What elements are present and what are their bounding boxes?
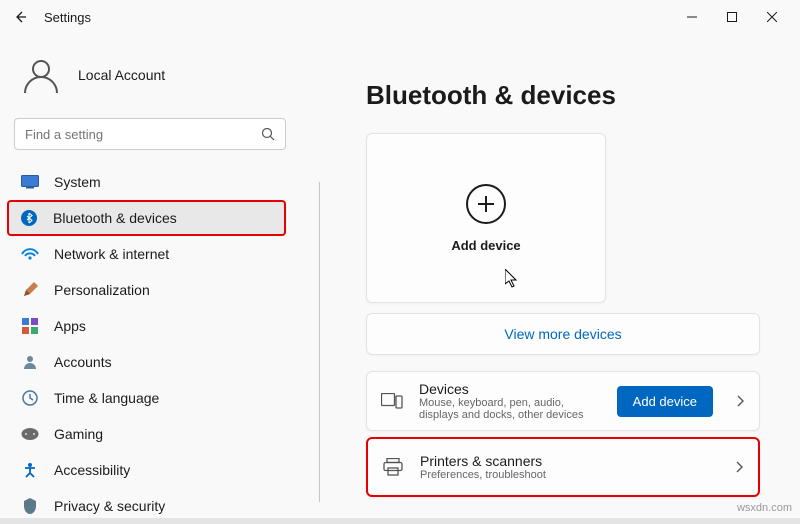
watermark: wsxdn.com xyxy=(737,502,792,514)
view-more-devices[interactable]: View more devices xyxy=(366,313,760,355)
row-devices[interactable]: Devices Mouse, keyboard, pen, audio, dis… xyxy=(366,371,760,431)
privacy-icon xyxy=(20,496,40,516)
nav-label: Network & internet xyxy=(54,246,169,262)
close-icon xyxy=(767,12,777,22)
nav-item-network[interactable]: Network & internet xyxy=(10,236,286,272)
nav-label: Gaming xyxy=(54,426,103,442)
add-device-label: Add device xyxy=(451,238,520,253)
sidebar: Local Account System Bluetooth & devices xyxy=(0,34,320,518)
page-title: Bluetooth & devices xyxy=(366,80,760,111)
add-device-button[interactable]: Add device xyxy=(617,386,713,417)
search-icon xyxy=(261,127,275,141)
gaming-icon xyxy=(20,424,40,444)
chevron-right-icon xyxy=(736,461,744,473)
chevron-right-icon xyxy=(737,395,745,407)
nav-label: Accessibility xyxy=(54,462,130,478)
titlebar: Settings xyxy=(0,0,800,34)
nav-list: System Bluetooth & devices Network & int… xyxy=(8,164,312,524)
search-box[interactable] xyxy=(14,118,286,150)
nav-label: Privacy & security xyxy=(54,498,165,514)
bluetooth-icon xyxy=(19,208,39,228)
plus-icon xyxy=(466,184,506,224)
row-text: Printers & scanners Preferences, trouble… xyxy=(420,453,712,481)
network-icon xyxy=(20,244,40,264)
nav-item-personalization[interactable]: Personalization xyxy=(10,272,286,308)
nav-item-system[interactable]: System xyxy=(10,164,286,200)
account-name: Local Account xyxy=(78,67,165,83)
nav-item-privacy[interactable]: Privacy & security xyxy=(10,488,286,524)
printer-icon xyxy=(382,456,404,478)
close-button[interactable] xyxy=(752,3,792,31)
maximize-icon xyxy=(727,12,737,22)
row-title: Devices xyxy=(419,381,601,397)
time-icon xyxy=(20,388,40,408)
nav-label: System xyxy=(54,174,101,190)
nav-item-accessibility[interactable]: Accessibility xyxy=(10,452,286,488)
window-title: Settings xyxy=(44,10,91,25)
nav-label: Bluetooth & devices xyxy=(53,210,177,226)
account-block[interactable]: Local Account xyxy=(8,40,312,116)
minimize-button[interactable] xyxy=(672,3,712,31)
main-panel: Bluetooth & devices Add device View more… xyxy=(320,34,800,518)
system-icon xyxy=(20,172,40,192)
nav-label: Time & language xyxy=(54,390,159,406)
nav-item-apps[interactable]: Apps xyxy=(10,308,286,344)
settings-window: Settings Local Account xyxy=(0,0,800,518)
nav-item-accounts[interactable]: Accounts xyxy=(10,344,286,380)
nav-label: Personalization xyxy=(54,282,150,298)
cursor-icon xyxy=(505,269,521,289)
add-device-card[interactable]: Add device xyxy=(366,133,606,303)
row-desc: Preferences, troubleshoot xyxy=(420,469,712,481)
window-controls xyxy=(672,3,792,31)
search-input[interactable] xyxy=(25,127,261,142)
nav-item-gaming[interactable]: Gaming xyxy=(10,416,286,452)
devices-icon xyxy=(381,390,403,412)
arrow-left-icon xyxy=(12,9,28,25)
row-desc: Mouse, keyboard, pen, audio, displays an… xyxy=(419,397,601,421)
nav-label: Accounts xyxy=(54,354,112,370)
personalization-icon xyxy=(20,280,40,300)
accounts-icon xyxy=(20,352,40,372)
content-body: Local Account System Bluetooth & devices xyxy=(0,34,800,518)
apps-icon xyxy=(20,316,40,336)
nav-item-time[interactable]: Time & language xyxy=(10,380,286,416)
row-text: Devices Mouse, keyboard, pen, audio, dis… xyxy=(419,381,601,421)
accessibility-icon xyxy=(20,460,40,480)
avatar-icon xyxy=(18,52,64,98)
minimize-icon xyxy=(687,12,697,22)
maximize-button[interactable] xyxy=(712,3,752,31)
nav-item-bluetooth[interactable]: Bluetooth & devices xyxy=(7,200,286,236)
row-printers[interactable]: Printers & scanners Preferences, trouble… xyxy=(366,437,760,497)
row-title: Printers & scanners xyxy=(420,453,712,469)
nav-label: Apps xyxy=(54,318,86,334)
back-button[interactable] xyxy=(8,5,32,29)
view-more-label: View more devices xyxy=(504,326,621,342)
